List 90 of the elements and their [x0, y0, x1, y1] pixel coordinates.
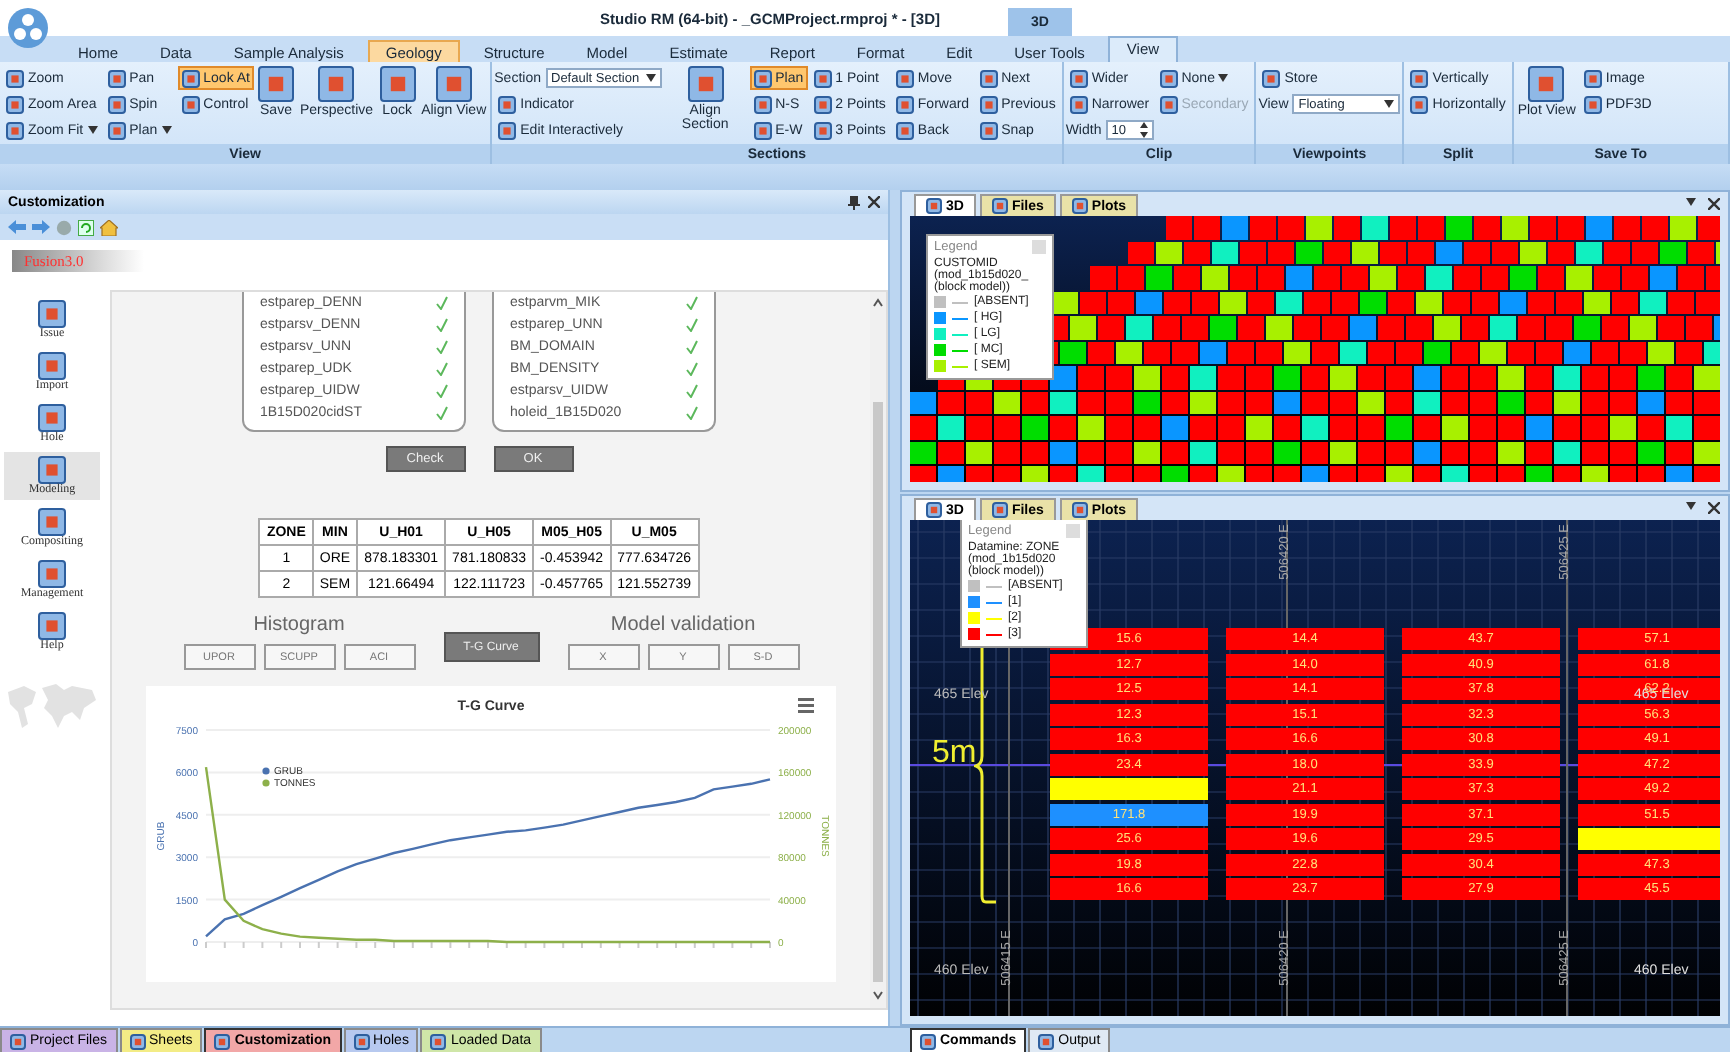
legend-line: [952, 317, 968, 319]
square-icon: [498, 95, 517, 113]
square-icon: [979, 121, 998, 139]
back-arrow-icon[interactable]: [8, 220, 26, 234]
square-icon: [991, 502, 1008, 518]
square-icon: [979, 95, 998, 113]
square-icon: [1071, 502, 1088, 518]
menu-icon[interactable]: [798, 698, 814, 713]
square-icon: [6, 69, 24, 87]
square-icon: [107, 95, 126, 113]
square-icon: [753, 121, 772, 139]
caret-icon: [1218, 74, 1229, 82]
square-icon: [430, 1033, 447, 1049]
square-icon: [1528, 66, 1565, 102]
square-icon: [1410, 69, 1429, 87]
square-icon: [38, 456, 66, 484]
legend-line: [952, 365, 968, 367]
square-icon: [1069, 95, 1088, 113]
square-icon: [379, 66, 416, 102]
square-icon: [38, 560, 66, 588]
square-icon: [895, 121, 914, 139]
caret-icon: [161, 126, 172, 134]
close-icon[interactable]: [1708, 198, 1720, 210]
square-icon: [753, 95, 772, 113]
square-icon: [129, 1033, 146, 1049]
forward-arrow-icon[interactable]: [32, 220, 50, 234]
square-icon: [6, 95, 24, 113]
square-icon: [38, 508, 66, 536]
square-icon: [181, 95, 200, 113]
square-icon: [1583, 69, 1602, 87]
legend-line: [952, 349, 968, 351]
square-icon: [1159, 69, 1178, 87]
refresh-icon[interactable]: [78, 219, 94, 235]
square-icon: [498, 121, 517, 139]
square-icon: [926, 198, 942, 214]
world-map-drawing: [4, 680, 100, 732]
square-icon: [1262, 69, 1281, 87]
square-icon: [813, 121, 832, 139]
square-icon: [753, 69, 772, 87]
spinner-arrows-icon[interactable]: [1139, 122, 1148, 138]
square-icon: [1159, 95, 1178, 113]
legend-marker: [262, 767, 270, 775]
caret-icon: [1686, 198, 1696, 206]
square-icon: [38, 612, 66, 640]
legend-line: [952, 301, 968, 303]
stop-icon[interactable]: [56, 219, 72, 235]
pin-icon[interactable]: [848, 195, 860, 209]
legend-marker: [262, 779, 270, 787]
close-icon[interactable]: [868, 195, 880, 207]
square-icon: [107, 121, 126, 139]
square-icon: [1069, 69, 1088, 87]
caret-icon: [87, 126, 98, 134]
section-heading: Histogram: [253, 614, 345, 636]
square-icon: [1071, 198, 1088, 214]
square-icon: [214, 1033, 231, 1049]
square-icon: [687, 66, 724, 102]
square-icon: [318, 66, 355, 102]
legend-line: [986, 633, 1002, 635]
square-icon: [38, 300, 66, 328]
square-icon: [38, 352, 66, 380]
square-icon: [353, 1033, 370, 1049]
close-icon[interactable]: [1708, 502, 1720, 514]
square-icon: [920, 1033, 936, 1049]
caret-icon: [1686, 502, 1696, 510]
square-icon: [1583, 95, 1602, 113]
square-icon: [1410, 95, 1429, 113]
section-heading: Model validation: [610, 614, 756, 636]
square-icon: [10, 1033, 26, 1049]
square-icon: [181, 69, 200, 87]
legend-line: [952, 333, 968, 335]
dimension-label: 5m: [932, 736, 977, 772]
legend-line: [986, 601, 1002, 603]
square-icon: [979, 69, 998, 87]
caret-icon: [1384, 100, 1395, 108]
square-icon: [258, 66, 294, 102]
legend-line: [986, 617, 1002, 619]
square-icon: [895, 69, 914, 87]
home-icon[interactable]: [100, 219, 118, 235]
square-icon: [38, 404, 66, 432]
square-icon: [107, 69, 126, 87]
square-icon: [813, 69, 832, 87]
square-icon: [926, 502, 942, 518]
square-icon: [991, 198, 1008, 214]
caret-icon: [645, 74, 656, 82]
legend-line: [986, 585, 1002, 587]
square-icon: [435, 66, 472, 102]
square-icon: [813, 95, 832, 113]
square-icon: [6, 121, 24, 139]
square-icon: [895, 95, 914, 113]
square-icon: [1038, 1033, 1055, 1049]
